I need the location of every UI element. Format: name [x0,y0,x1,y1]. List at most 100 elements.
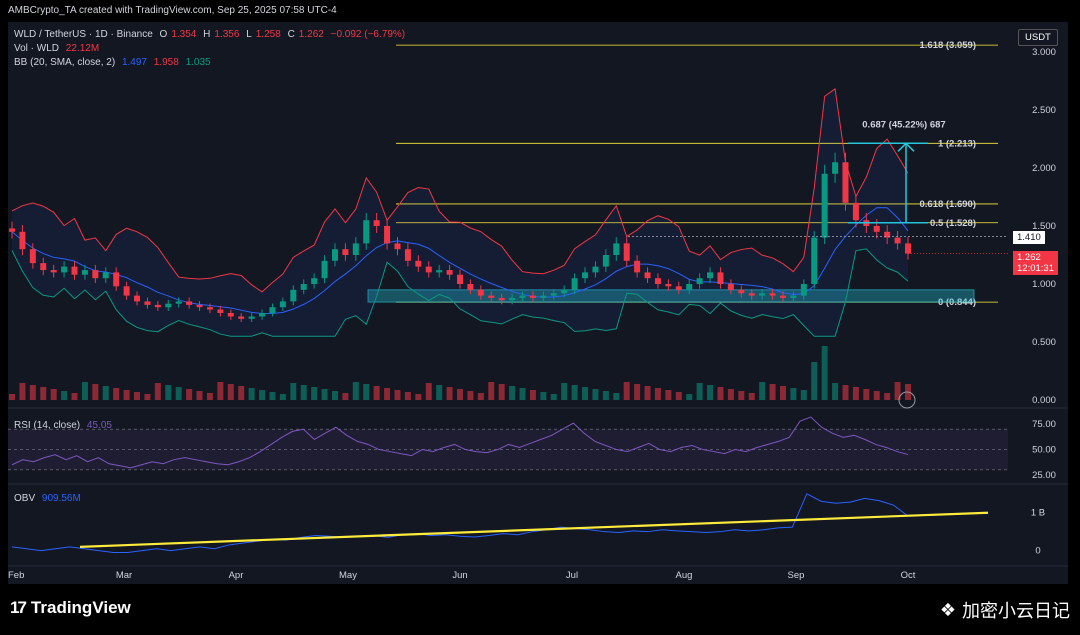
rsi-axis-tick: 25.00 [1032,470,1056,481]
candle-body [300,284,307,290]
candle-body [134,295,141,302]
candle-body [738,289,745,294]
legend-rsi-row[interactable]: RSI (14, close) 45.05 [14,420,116,431]
volume-bar [61,391,68,400]
volume-bar [123,390,130,400]
volume-bar [154,383,161,400]
candle-body [540,295,547,298]
volume-bar [623,382,630,400]
volume-bar [779,386,786,400]
rsi-axis-tick: 50.00 [1032,445,1056,456]
candle-body [404,249,411,261]
tradingview-logo[interactable]: 17 TradingView [10,598,131,618]
volume-bar [331,391,338,400]
candle-body [227,313,234,317]
fib-level-label: 1 (2.213) [938,138,976,149]
candle-body [759,293,766,296]
fib-level-label: 1.618 (3.059) [919,40,976,51]
candle-body [342,249,349,255]
volume-bar [467,391,474,400]
volume-bar [727,389,734,400]
candle-body [644,272,651,279]
volume-bar [394,390,401,400]
time-axis-tick: Jun [452,570,467,581]
volume-bar [29,385,36,400]
candle-body [582,272,589,279]
volume-bar [686,394,693,400]
candle-body [821,173,828,238]
candle-body [811,237,818,284]
volume-bar [238,386,245,400]
obv-trendline [79,511,989,548]
diamond-logo-icon: ❖ [939,599,956,621]
volume-bar [50,389,57,400]
candle-body [905,243,911,254]
candle-body [363,220,370,244]
volume-bar [602,391,609,400]
candle-body [352,243,359,255]
volume-bar [498,384,505,400]
volume-bar [488,382,495,400]
legend-obv-label: OBV [14,493,36,504]
candle-body [415,260,422,267]
candle-body [248,316,255,319]
candle-body [123,286,130,296]
candle-body [331,249,338,261]
candle-body [800,284,807,296]
volume-bar [19,383,26,400]
volume-bar [863,389,870,400]
legend-obv-row[interactable]: OBV 909.56M [14,493,85,504]
bb-fill [12,88,908,337]
time-axis-tick: Oct [901,570,916,581]
candle-body [696,278,703,284]
candle-body [894,237,901,244]
candle-body [634,260,641,273]
volume-bar [769,384,776,400]
candle-body [592,266,599,273]
candle-body [238,316,245,319]
volume-bar [811,362,818,400]
volume-bar [717,387,724,400]
candle-body [748,293,755,296]
volume-bar [592,389,599,400]
volume-bar [186,389,193,400]
chart-svg: 3.0002.5002.0001.5001.0000.5000.000Feb Ma… [8,40,1068,581]
candle-body [665,284,672,287]
volume-bar [748,393,755,400]
candle-body [519,295,526,298]
volume-bar [571,385,578,400]
candle-body [50,270,57,273]
fib-level-label: 0.618 (1.690) [919,199,976,210]
tradingview-brand: TradingView [30,598,131,617]
fib-level-label: 0.5 (1.528) [930,218,976,229]
candle-body [175,301,182,304]
candle-body [19,231,26,250]
price-axis-tick: 2.500 [1032,105,1056,116]
volume-bar [446,387,453,400]
volume-bar [217,382,224,400]
candle-body [529,295,536,298]
volume-bar [790,388,797,400]
volume-bar [696,383,703,400]
candle-body [675,286,682,290]
volume-bar [613,393,620,400]
volume-bar [436,385,443,400]
volume-bar [165,385,172,400]
volume-bar [873,391,880,400]
volume-bar [738,391,745,400]
volume-bar [290,383,297,400]
candle-body [509,297,516,301]
time-axis-tick: Aug [676,570,693,581]
price-axis-tick: 1.000 [1032,279,1056,290]
volume-bar [821,346,828,400]
candle-body [321,260,328,279]
volume-bar [311,387,318,400]
price-axis-tick: 0.500 [1032,337,1056,348]
candle-body [279,301,286,308]
volume-bar [634,384,641,400]
candle-body [9,228,15,232]
time-axis-tick: Apr [229,570,244,581]
time-axis-tick: Mar [116,570,132,581]
author-watermark: ❖ 加密小云日记 [940,597,1070,623]
candle-body [498,297,505,301]
